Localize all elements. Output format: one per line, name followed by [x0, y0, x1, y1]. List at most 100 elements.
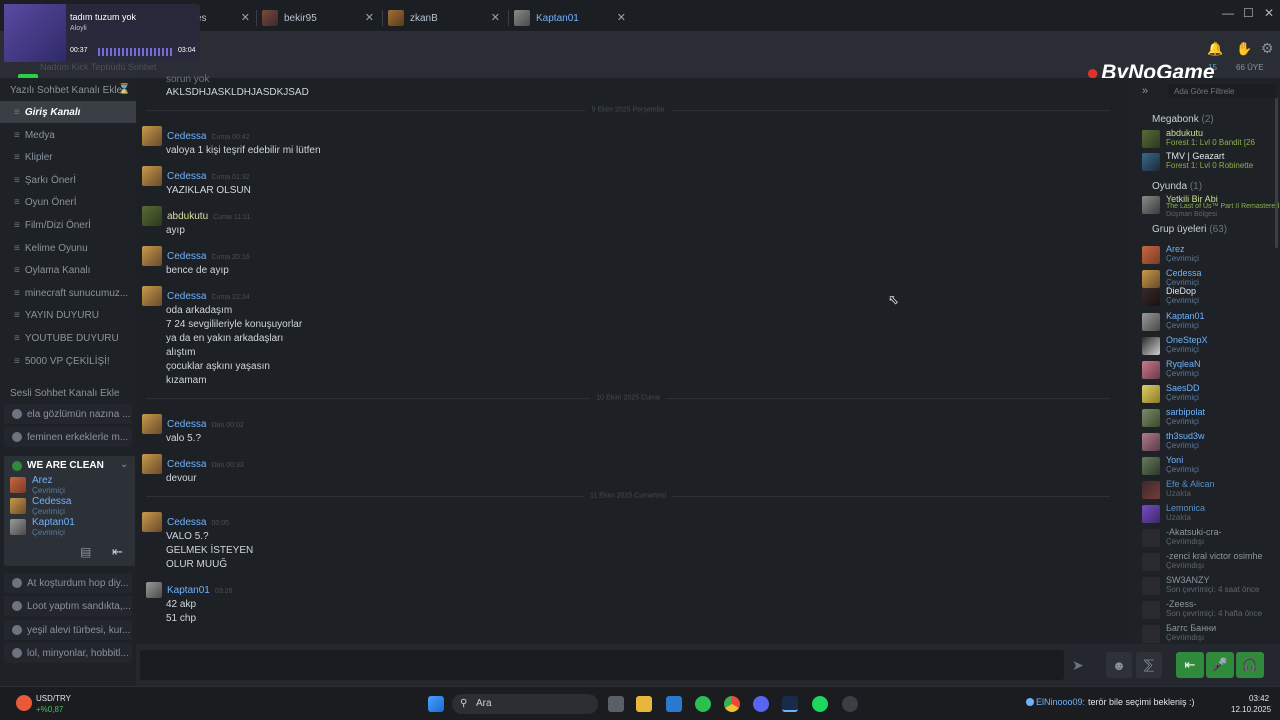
channel-youtube-duyuru[interactable]: ≡ YOUTUBE DUYURU — [0, 327, 136, 349]
avatar[interactable] — [142, 414, 162, 434]
window-close-icon[interactable]: ✕ — [1264, 6, 1274, 20]
message-author[interactable]: Kaptan01 03:26 — [167, 585, 232, 596]
channel-oyun-oneri[interactable]: ≡ Oyun Önerİ — [0, 191, 136, 213]
member-item[interactable]: -Akatsuki-cra- Çevrimdışı — [1142, 527, 1280, 549]
message-author[interactable]: Cedessa Cuma 22:24 — [167, 291, 250, 302]
channel-oylama-kanali[interactable]: ≡ Oylama Kanalı — [0, 259, 136, 281]
member-filter-input[interactable] — [1168, 84, 1276, 98]
message-author[interactable]: Cedessa 00:05 — [167, 517, 229, 528]
voice-member[interactable]: Cedessa Çevrimiçi — [10, 497, 71, 517]
avatar[interactable] — [142, 206, 162, 226]
message-author[interactable]: Cedessa Dün 00:33 — [167, 459, 244, 470]
message-author[interactable]: Cedessa Cuma 20:16 — [167, 251, 250, 262]
whatsapp-icon[interactable] — [695, 696, 711, 712]
close-icon[interactable]: ✕ — [365, 11, 374, 24]
member-item[interactable]: TMV | Geazart Forest 1: Lvl 0 Robinette — [1142, 151, 1280, 173]
leave-voice-button[interactable]: ⇤ — [1176, 652, 1204, 678]
avatar[interactable] — [142, 454, 162, 474]
avatar[interactable] — [142, 166, 162, 186]
voice-channel[interactable]: ela gözlümün nazına ... — [4, 404, 132, 424]
channel-medya[interactable]: ≡ Medya — [0, 124, 136, 146]
tab-es[interactable]: es ✕ — [196, 6, 256, 30]
add-text-channel[interactable]: Yazılı Sohbet Kanalı Ekle — [10, 85, 122, 96]
avatar[interactable] — [142, 246, 162, 266]
close-icon[interactable]: ✕ — [491, 11, 500, 24]
message-author[interactable]: Cedessa Dün 00:02 — [167, 419, 244, 430]
chat-log[interactable]: sorun yok AKLSDHJASKLDHJASDKJSAD 9 Ekim … — [136, 74, 1130, 644]
send-icon[interactable]: ➤ — [1072, 657, 1084, 674]
scrollbar[interactable] — [1275, 98, 1278, 248]
member-item[interactable]: DieDop Çevrimiçi — [1142, 286, 1280, 308]
collapse-icon[interactable]: » — [1142, 85, 1148, 97]
member-item[interactable]: Arez Çevrimiçi — [1142, 244, 1280, 266]
chevron-down-icon[interactable]: ⌄ — [120, 459, 128, 470]
voice-channel[interactable]: lol, minyonlar, hobbitl... — [4, 643, 132, 663]
bell-icon[interactable]: 🔔 — [1207, 41, 1223, 57]
member-group-header[interactable]: Megabonk (2) — [1152, 114, 1214, 125]
avatar[interactable] — [142, 126, 162, 146]
tab-zkanb[interactable]: zkanB ✕ — [388, 6, 508, 30]
member-item[interactable]: abdukutu Forest 1: Lvl 0 Bandit [26 — [1142, 128, 1280, 150]
app-icon[interactable] — [842, 696, 858, 712]
voice-settings-icon[interactable]: ▤ — [80, 545, 91, 559]
spotify-icon[interactable] — [812, 696, 828, 712]
message-author[interactable]: Cedessa Cuma 00:42 — [167, 131, 250, 142]
voice-channel[interactable]: feminen erkeklerle m... — [4, 427, 132, 447]
avatar[interactable] — [142, 286, 162, 306]
tab-kaptan01[interactable]: Kaptan01 ✕ — [514, 6, 634, 30]
task-view-icon[interactable] — [608, 696, 624, 712]
message-author[interactable]: abdukutu Cuma 11:11 — [167, 211, 250, 222]
member-item[interactable]: SW3ANZY Son çevrimiçi: 4 saat önce — [1142, 575, 1280, 597]
member-item[interactable]: th3sud3w Çevrimiçi — [1142, 431, 1280, 453]
outlook-icon[interactable] — [666, 696, 682, 712]
member-item[interactable]: Yetkili Bir Abi The Last of Us™ Part II R… — [1142, 194, 1280, 218]
media-player[interactable]: tadım tuzum yok Aloyli 00:37 03:04 — [4, 4, 200, 62]
member-item[interactable]: -zenci kral victor osimhe Çevrimdışı — [1142, 551, 1280, 573]
member-item[interactable]: SaesDD Çevrimiçi — [1142, 383, 1280, 405]
close-icon[interactable]: ✕ — [617, 11, 626, 24]
tab-bekir95[interactable]: bekir95 ✕ — [262, 6, 382, 30]
voice-channel[interactable]: Loot yaptım sandıkta,... — [4, 596, 132, 616]
chrome-icon[interactable] — [724, 696, 740, 712]
message-author[interactable]: Cedessa Cuma 01:32 — [167, 171, 250, 182]
member-item[interactable]: Kaptan01 Çevrimiçi — [1142, 311, 1280, 333]
channel-film-dizi-oneri[interactable]: ≡ Film/Dizi Önerİ — [0, 214, 136, 236]
microphone-button[interactable]: 🎤 — [1206, 652, 1234, 678]
member-item[interactable]: Lemonica Uzakta — [1142, 503, 1280, 525]
gear-icon[interactable]: ⚙ — [1261, 40, 1274, 57]
emoji-button[interactable]: ☻ — [1106, 652, 1132, 678]
ticker-name[interactable]: USD/TRY — [36, 694, 71, 703]
leave-voice-icon[interactable]: ⇤ — [112, 544, 123, 560]
message-input[interactable] — [140, 650, 1064, 680]
channel-minecraft[interactable]: ≡ minecraft sunucumuz... — [0, 282, 136, 304]
channel-klipler[interactable]: ≡ Klipler — [0, 146, 136, 168]
voice-member[interactable]: Kaptan01 Çevrimiçi — [10, 518, 75, 538]
taskbar-search[interactable]: ⚲ Ara — [452, 694, 598, 714]
clock-time[interactable]: 03:42 — [1249, 694, 1269, 703]
channel-kelime-oyunu[interactable]: ≡ Kelime Oyunu — [0, 237, 136, 259]
add-friend-icon[interactable]: ✋ — [1236, 41, 1252, 57]
waveform[interactable] — [98, 48, 172, 56]
member-list[interactable]: » Megabonk (2) abdukutuForest 1: Lvl 0 B… — [1130, 78, 1280, 644]
voice-channel[interactable]: yeşil alevi türbesi, kur... — [4, 620, 132, 640]
maximize-icon[interactable]: ☐ — [1243, 6, 1254, 20]
member-item[interactable]: Yoni Çevrimiçi — [1142, 455, 1280, 477]
channel-yayin-duyuru[interactable]: ≡ YAYIN DUYURU — [0, 304, 136, 326]
avatar[interactable] — [146, 582, 162, 598]
member-item[interactable]: sarbipolat Çevrimiçi — [1142, 407, 1280, 429]
channel-giris-kanali[interactable]: ≡ Giriş Kanalı — [0, 101, 136, 123]
attach-button[interactable]: ⅀ — [1136, 652, 1162, 678]
member-item[interactable]: RyqleaN Çevrimiçi — [1142, 359, 1280, 381]
member-group-header[interactable]: Grup üyeleri (63) — [1152, 224, 1227, 235]
windows-start-icon[interactable] — [428, 696, 444, 712]
member-group-header[interactable]: Oyunda (1) — [1152, 181, 1202, 192]
minimize-icon[interactable]: — — [1222, 6, 1234, 20]
channel-sarki-oneri[interactable]: ≡ Şarkı Önerİ — [0, 169, 136, 191]
close-icon[interactable]: ✕ — [241, 11, 250, 24]
member-item[interactable]: Efe & Alican Uzakta — [1142, 479, 1280, 501]
voice-member[interactable]: Arez Çevrimiçi — [10, 476, 65, 496]
steam-icon[interactable] — [782, 696, 798, 712]
active-voice-channel[interactable]: WE ARE CLEAN ⌄ Arez Çevrimiçi Cedessa Çevr… — [4, 456, 135, 566]
member-item[interactable]: -Zeess- Son çevrimiçi: 4 hafta önce — [1142, 599, 1280, 621]
discord-icon[interactable] — [753, 696, 769, 712]
